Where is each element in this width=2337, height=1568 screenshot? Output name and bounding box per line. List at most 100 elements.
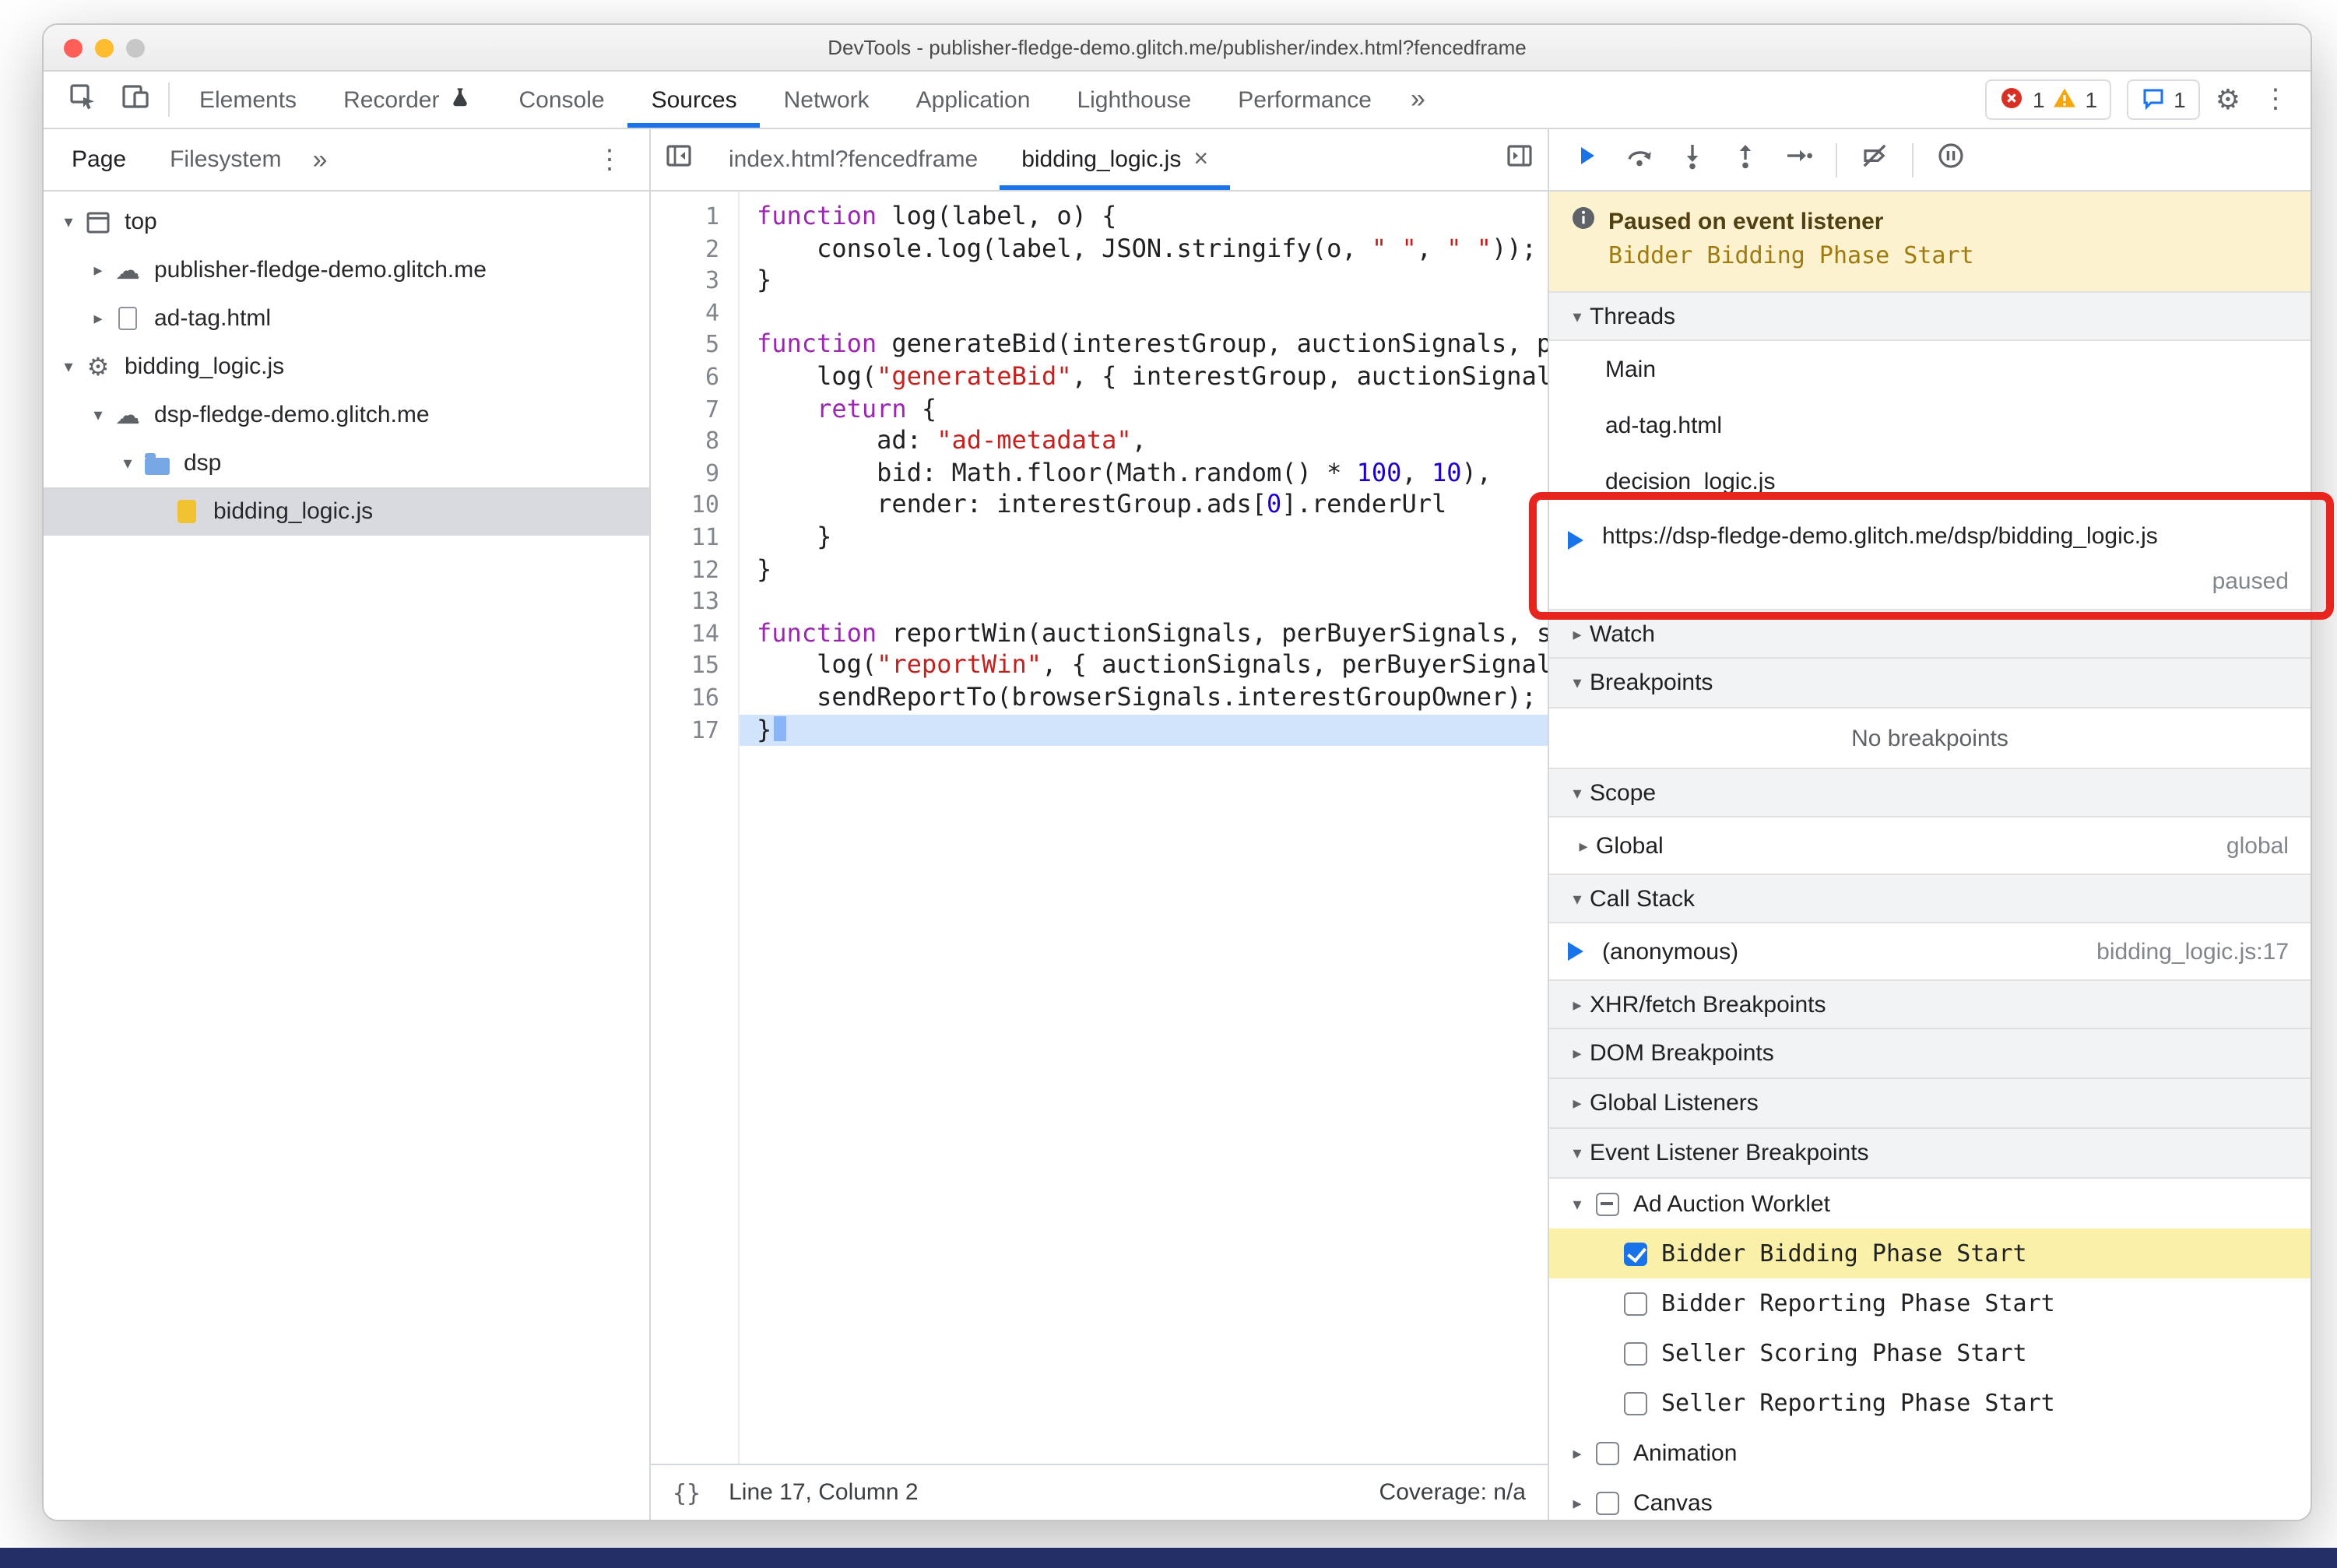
event-breakpoint-bidder-bidding-phase-start[interactable]: Bidder Bidding Phase Start [1549,1229,2311,1278]
code-line[interactable]: 17} [651,714,1548,747]
section-header-global-listeners[interactable]: ▸ Global Listeners [1549,1079,2311,1129]
line-number[interactable]: 10 [651,490,738,522]
code-line[interactable]: 16 sendReportTo(browserSignals.interestG… [651,682,1548,714]
section-header-dom-breakpoints[interactable]: ▸ DOM Breakpoints [1549,1029,2311,1079]
pause-exceptions-button[interactable] [1935,140,1966,179]
code-line[interactable]: 5 function generateBid(interestGroup, auc… [651,329,1548,361]
line-number[interactable]: 8 [651,425,738,457]
close-button[interactable] [64,38,83,57]
deactivate-breakpoints-button[interactable] [1859,140,1890,179]
line-number[interactable]: 5 [651,329,738,361]
thread-item-ad-tag-html[interactable]: ad-tag.html [1549,397,2311,453]
navigator-tab-filesystem[interactable]: Filesystem [148,146,303,173]
disclosure-triangle-icon[interactable]: ▸ [86,260,111,280]
issues-chip[interactable]: 1 [2127,79,2200,120]
thread-item-decision-logic-js[interactable]: decision_logic.js [1549,453,2311,509]
disclosure-triangle-icon[interactable]: ▾ [56,357,81,377]
scope-item-global[interactable]: ▸ Global global [1549,817,2311,874]
disclosure-triangle-icon[interactable]: ▾ [56,212,81,232]
tab-elements[interactable]: Elements [176,72,320,128]
event-breakpoint-seller-reporting-phase-start[interactable]: Seller Reporting Phase Start [1549,1378,2311,1428]
pretty-print-button[interactable]: {} [673,1478,701,1506]
code-line[interactable]: 10 render: interestGroup.ads[0].renderUr… [651,490,1548,522]
checkbox[interactable] [1624,1391,1647,1415]
zoom-button[interactable] [126,38,145,57]
tree-item-dsp[interactable]: ▾ dsp [44,439,649,487]
checkbox[interactable] [1624,1341,1647,1365]
code-line[interactable]: 8 ad: "ad-metadata", [651,425,1548,457]
tab-sources[interactable]: Sources [627,72,761,128]
section-header-event-listener-breakpoints[interactable]: ▾ Event Listener Breakpoints [1549,1129,2311,1179]
line-number[interactable]: 15 [651,650,738,682]
tree-item-bidding-logic-js[interactable]: ▾ ⚙ bidding_logic.js [44,343,649,391]
tab-lighthouse[interactable]: Lighthouse [1053,72,1214,128]
event-breakpoint-seller-scoring-phase-start[interactable]: Seller Scoring Phase Start [1549,1328,2311,1378]
tree-item-bidding-logic-js[interactable]: bidding_logic.js [44,487,649,536]
thread-item-paused[interactable]: https://dsp-fledge-demo.glitch.me/dsp/bi… [1549,509,2311,609]
navigator-tab-page[interactable]: Page [50,146,148,173]
editor-tab-index-html-fencedframe[interactable]: index.html?fencedframe [707,129,1000,190]
line-number[interactable]: 12 [651,554,738,585]
more-panels-button[interactable]: » [1395,72,1441,128]
call-stack-frame[interactable]: (anonymous) bidding_logic.js:17 [1549,923,2311,979]
line-number[interactable]: 13 [651,585,738,617]
code-line[interactable]: 1 function log(label, o) { [651,201,1548,233]
disclosure-triangle-icon[interactable]: ▸ [1565,1492,1590,1513]
event-category-ad-auction-worklet[interactable]: ▾ Ad Auction Worklet [1549,1179,2311,1229]
line-number[interactable]: 3 [651,265,738,297]
tree-item-publisher-fledge-demo-glitch-me[interactable]: ▸ ☁ publisher-fledge-demo.glitch.me [44,246,649,294]
code-line[interactable]: 3} [651,265,1548,297]
step-over-button[interactable] [1624,140,1655,179]
step-button[interactable] [1783,140,1814,179]
resume-button[interactable] [1571,140,1602,179]
step-out-button[interactable] [1730,140,1761,179]
device-toolbar-button[interactable] [109,72,162,128]
thread-item-main[interactable]: Main [1549,341,2311,397]
event-category-animation[interactable]: ▸ Animation [1549,1428,2311,1478]
line-number[interactable]: 16 [651,682,738,714]
checkbox[interactable] [1624,1292,1647,1315]
checkbox[interactable] [1596,1491,1619,1514]
close-tab-icon[interactable]: × [1193,146,1208,174]
code-editor[interactable]: 1 function log(label, o) {2 console.log(l… [651,192,1548,1464]
code-line[interactable]: 11 } [651,522,1548,554]
section-header-scope[interactable]: ▾ Scope [1549,768,2311,817]
tree-item-dsp-fledge-demo-glitch-me[interactable]: ▾ ☁ dsp-fledge-demo.glitch.me [44,391,649,439]
event-breakpoint-bidder-reporting-phase-start[interactable]: Bidder Reporting Phase Start [1549,1278,2311,1328]
line-number[interactable]: 11 [651,522,738,554]
tree-item-ad-tag-html[interactable]: ▸ ad-tag.html [44,294,649,343]
tab-recorder[interactable]: Recorder [320,72,495,128]
line-number[interactable]: 4 [651,297,738,329]
checkbox[interactable] [1624,1242,1647,1265]
more-navigator-tabs-button[interactable]: » [303,144,336,175]
line-number[interactable]: 7 [651,393,738,425]
editor-tab-bidding-logic-js[interactable]: bidding_logic.js × [1000,129,1230,190]
code-line[interactable]: 13 [651,585,1548,617]
section-header-breakpoints[interactable]: ▾ Breakpoints [1549,659,2311,708]
code-line[interactable]: 14 function reportWin(auctionSignals, per… [651,617,1548,649]
tab-performance[interactable]: Performance [1214,72,1395,128]
code-line[interactable]: 4 [651,297,1548,329]
step-into-button[interactable] [1677,140,1708,179]
console-summary-chip[interactable]: 1 1 [1985,79,2112,120]
section-header-call-stack[interactable]: ▾ Call Stack [1549,874,2311,923]
code-line[interactable]: 9 bid: Math.floor(Math.random() * 100, 1… [651,458,1548,490]
code-line[interactable]: 15 log("reportWin", { auctionSignals, pe… [651,650,1548,682]
tab-console[interactable]: Console [495,72,627,128]
line-number[interactable]: 6 [651,361,738,393]
navigator-menu-button[interactable]: ⋮ [576,144,643,175]
line-number[interactable]: 9 [651,458,738,490]
code-line[interactable]: 7 return { [651,393,1548,425]
line-number[interactable]: 14 [651,617,738,649]
code-line[interactable]: 12} [651,554,1548,585]
tab-network[interactable]: Network [761,72,893,128]
hide-navigator-button[interactable] [651,129,707,190]
checkbox[interactable] [1596,1192,1619,1215]
disclosure-triangle-icon[interactable]: ▾ [115,453,140,473]
minimize-button[interactable] [95,38,114,57]
line-number[interactable]: 17 [651,714,738,746]
section-header-watch[interactable]: ▸ Watch [1549,609,2311,659]
checkbox[interactable] [1596,1441,1619,1464]
disclosure-triangle-icon[interactable]: ▾ [1565,1194,1590,1214]
section-header-xhr-fetch-breakpoints[interactable]: ▸ XHR/fetch Breakpoints [1549,979,2311,1029]
